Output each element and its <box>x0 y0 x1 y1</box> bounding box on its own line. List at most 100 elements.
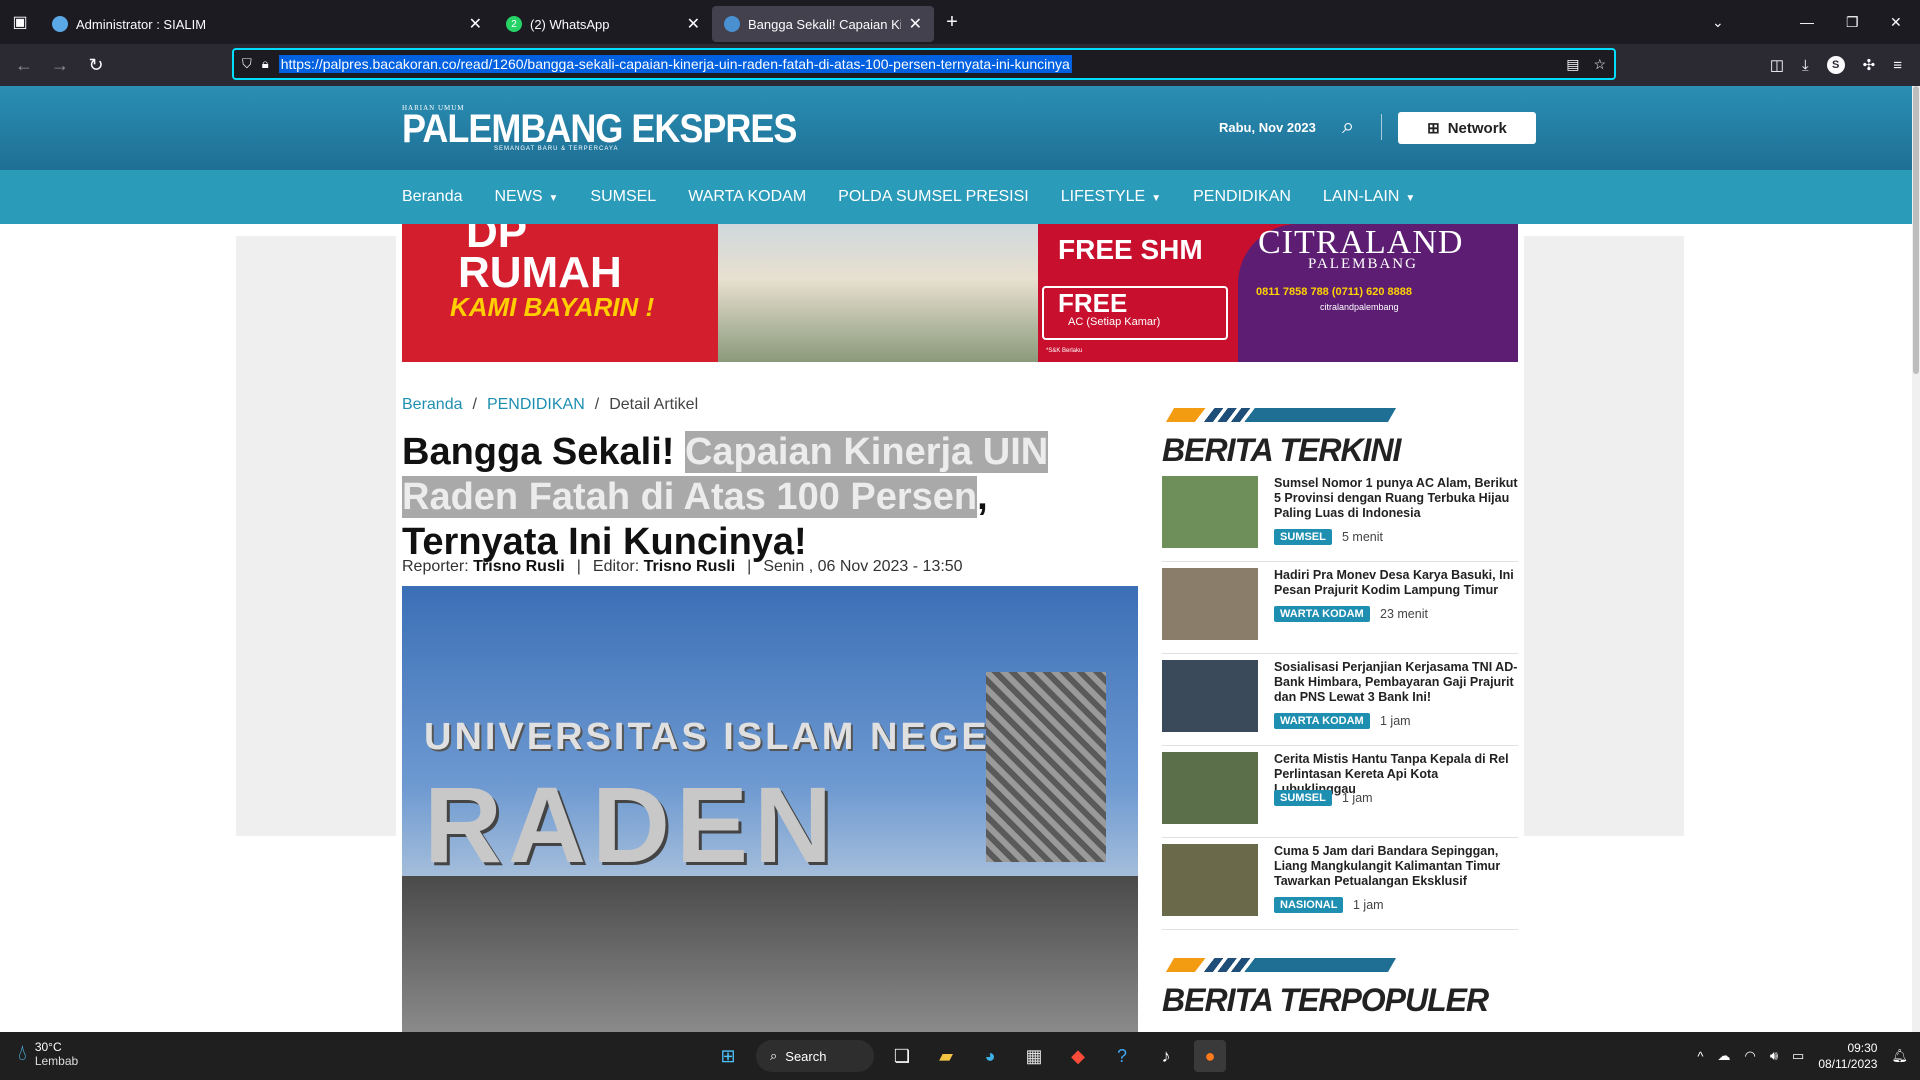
close-window-button[interactable]: ✕ <box>1890 0 1902 44</box>
url-text[interactable]: https://palpres.bacakoran.co/read/1260/b… <box>278 55 1072 73</box>
firefox-icon[interactable]: ● <box>1194 1040 1226 1072</box>
news-thumbnail[interactable] <box>1162 476 1258 548</box>
nav-item-polda-sumsel-presisi[interactable]: POLDA SUMSEL PRESISI <box>838 188 1029 206</box>
news-headline[interactable]: Hadiri Pra Monev Desa Karya Basuki, Ini … <box>1274 568 1518 598</box>
nav-item-beranda[interactable]: Beranda <box>402 188 463 206</box>
windows-start-icon[interactable]: ⊞ <box>712 1040 744 1072</box>
weather-widget[interactable]: 💧︎ 30°C Lembab <box>18 1040 78 1068</box>
news-thumbnail[interactable] <box>1162 660 1258 732</box>
nav-item-label: SUMSEL <box>590 188 657 205</box>
minimize-button[interactable]: — <box>1800 0 1814 44</box>
meta-separator: | <box>747 558 752 575</box>
breadcrumb-home[interactable]: Beranda <box>402 396 463 414</box>
hero-sign-top: UNIVERSITAS ISLAM NEGERI <box>424 716 1034 758</box>
tab-list-icon[interactable]: ▣ <box>0 0 40 44</box>
tab-whatsapp[interactable]: 2 (2) WhatsApp ✕ <box>494 6 712 42</box>
edge-browser-icon[interactable]: ◕ <box>974 1040 1006 1072</box>
category-badge[interactable]: WARTA KODAM <box>1274 713 1370 729</box>
downloads-icon[interactable]: ⤓ <box>1802 57 1809 74</box>
citraland-ad-banner[interactable]: DP RUMAH KAMI BAYARIN ! FREE SHM FREE AC… <box>402 224 1518 362</box>
show-hidden-icons-chevron-icon[interactable]: ^ <box>1697 1049 1703 1064</box>
battery-icon[interactable]: ▭ <box>1792 1048 1804 1064</box>
humidity-drop-icon: 💧︎ <box>18 1040 27 1065</box>
chevron-down-icon: ▼ <box>548 193 559 204</box>
lock-icon[interactable]: 🔒︎ <box>262 56 269 72</box>
editor-name[interactable]: Trisno Rusli <box>644 558 736 575</box>
pocket-icon[interactable]: ◫ <box>1770 56 1784 74</box>
anydesk-icon[interactable]: ◆ <box>1062 1040 1094 1072</box>
reporter-name[interactable]: Trisno Rusli <box>473 558 565 575</box>
close-tab-icon[interactable]: ✕ <box>909 14 922 34</box>
news-thumbnail[interactable] <box>1162 844 1258 916</box>
news-list-item[interactable]: Sosialisasi Perjanjian Kerjasama TNI AD-… <box>1162 654 1518 746</box>
tiktok-icon[interactable]: ♪ <box>1150 1040 1182 1072</box>
reader-view-icon[interactable]: ▤ <box>1566 56 1579 73</box>
scrollbar-thumb[interactable] <box>1913 86 1919 374</box>
popular-news-title: BERITA TERPOPULER <box>1162 982 1489 1018</box>
chevron-down-icon: ▼ <box>1405 193 1416 204</box>
back-arrow-icon[interactable]: ← <box>6 55 42 76</box>
close-tab-icon[interactable]: ✕ <box>687 14 700 34</box>
menu-hamburger-icon[interactable]: ≡ <box>1893 57 1902 74</box>
news-list-item[interactable]: Sumsel Nomor 1 punya AC Alam, Berikut 5 … <box>1162 470 1518 562</box>
popular-news-heading: BERITA TERPOPULER <box>1162 958 1522 1019</box>
search-icon[interactable]: ⌕ <box>1342 113 1354 139</box>
site-logo[interactable]: HARIAN UMUM PALEMBANG EKSPRES SEMANGAT B… <box>402 104 797 152</box>
nav-item-pendidikan[interactable]: PENDIDIKAN <box>1193 188 1291 206</box>
category-badge[interactable]: SUMSEL <box>1274 529 1332 545</box>
new-tab-button[interactable]: + <box>934 11 970 34</box>
nav-item-warta-kodam[interactable]: WARTA KODAM <box>688 188 806 206</box>
taskbar-search[interactable]: ⌕ Search <box>756 1040 874 1072</box>
file-explorer-icon[interactable]: ▰ <box>930 1040 962 1072</box>
nav-item-news[interactable]: NEWS ▼ <box>495 188 559 206</box>
breadcrumb: Beranda / PENDIDIKAN / Detail Artikel <box>402 396 698 414</box>
breadcrumb-category[interactable]: PENDIDIKAN <box>487 396 585 414</box>
reload-icon[interactable]: ↻ <box>78 55 114 76</box>
category-badge[interactable]: SUMSEL <box>1274 790 1332 806</box>
category-badge[interactable]: NASIONAL <box>1274 897 1344 913</box>
editor: Editor: Trisno Rusli <box>593 558 735 576</box>
microsoft-store-icon[interactable]: ▦ <box>1018 1040 1050 1072</box>
extensions-icon[interactable]: ✣ <box>1863 56 1876 74</box>
nav-item-lifestyle[interactable]: LIFESTYLE ▼ <box>1061 188 1161 206</box>
tab-sialim[interactable]: Administrator : SIALIM ✕ <box>40 6 494 42</box>
logo-name: PALEMBANG EKSPRES <box>402 105 797 151</box>
news-headline[interactable]: Sumsel Nomor 1 punya AC Alam, Berikut 5 … <box>1274 476 1518 521</box>
category-badge[interactable]: WARTA KODAM <box>1274 606 1370 622</box>
news-list-item[interactable]: Cuma 5 Jam dari Bandara Sepinggan, Liang… <box>1162 838 1518 930</box>
wifi-icon[interactable]: ◠ <box>1744 1048 1755 1064</box>
tracking-shield-icon[interactable]: ⛉ <box>242 56 252 72</box>
list-all-tabs-chevron-icon[interactable]: ⌄ <box>1712 0 1724 44</box>
volume-icon[interactable]: 🔊︎ <box>1770 1048 1778 1064</box>
forward-arrow-icon[interactable]: → <box>42 55 78 76</box>
restore-button[interactable]: ❐ <box>1846 0 1859 44</box>
news-thumbnail[interactable] <box>1162 568 1258 640</box>
news-list-item[interactable]: Hadiri Pra Monev Desa Karya Basuki, Ini … <box>1162 562 1518 654</box>
address-bar[interactable]: ⛉ 🔒︎ https://palpres.bacakoran.co/read/1… <box>232 48 1616 80</box>
page-viewport: HARIAN UMUM PALEMBANG EKSPRES SEMANGAT B… <box>0 86 1920 1032</box>
get-help-icon[interactable]: ? <box>1106 1040 1138 1072</box>
page-scrollbar[interactable] <box>1912 86 1920 1032</box>
banner-free-ac: FREE <box>1042 286 1228 340</box>
bookmark-star-icon[interactable]: ☆ <box>1593 56 1606 73</box>
news-headline[interactable]: Cuma 5 Jam dari Bandara Sepinggan, Liang… <box>1274 844 1518 889</box>
tab-palpres-article[interactable]: Bangga Sekali! Capaian Kinerja ✕ <box>712 6 934 42</box>
network-button[interactable]: ⊞ Network <box>1398 112 1536 144</box>
article-hero-image: UNIVERSITAS ISLAM NEGERI RADEN FATAH <box>402 586 1138 1032</box>
news-list-item[interactable]: Cerita Mistis Hantu Tanpa Kepala di Rel … <box>1162 746 1518 838</box>
nav-item-lain-lain[interactable]: LAIN-LAIN ▼ <box>1323 188 1415 206</box>
clock[interactable]: 09:30 08/11/2023 <box>1818 1040 1877 1072</box>
account-avatar[interactable]: S <box>1826 56 1845 74</box>
notifications-bell-icon[interactable]: 🔔︎ <box>1891 1048 1908 1064</box>
banner-snk-text: *S&K Berlaku <box>1046 348 1083 354</box>
close-tab-icon[interactable]: ✕ <box>469 14 482 34</box>
onedrive-cloud-icon[interactable]: ☁ <box>1717 1048 1730 1064</box>
news-headline[interactable]: Sosialisasi Perjanjian Kerjasama TNI AD-… <box>1274 660 1518 705</box>
system-tray: ^ ☁ ◠ 🔊︎ ▭ 09:30 08/11/2023 🔔︎ <box>1697 1032 1908 1080</box>
nav-item-sumsel[interactable]: SUMSEL <box>590 188 656 206</box>
latest-news-heading: BERITA TERKINI <box>1162 408 1522 469</box>
banner-city: PALEMBANG <box>1308 256 1418 272</box>
banner-rumah-text: RUMAH <box>458 248 622 297</box>
task-view-icon[interactable]: ❏ <box>886 1040 918 1072</box>
news-thumbnail[interactable] <box>1162 752 1258 824</box>
